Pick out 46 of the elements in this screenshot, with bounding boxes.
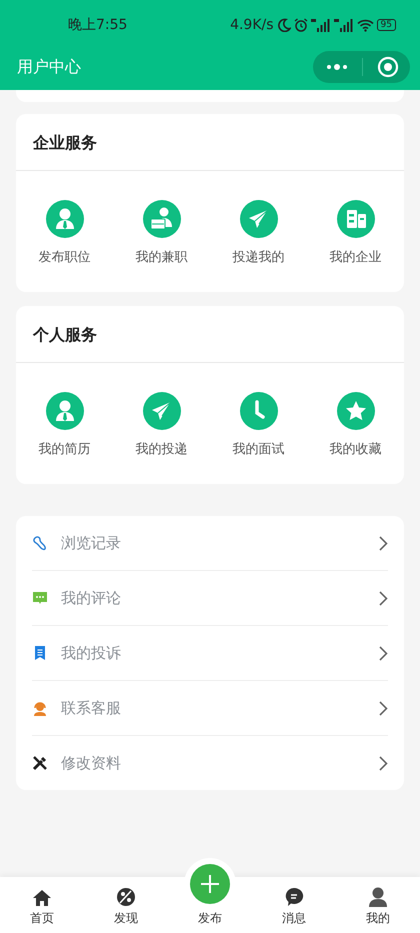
user-icon — [369, 887, 387, 907]
comment-icon — [32, 590, 48, 606]
service-label: 投递我的 — [232, 249, 284, 266]
person-icon[interactable] — [46, 392, 84, 430]
status-time: 晚上7:55 — [68, 16, 128, 34]
paper-plane-icon[interactable] — [240, 200, 278, 238]
bookmark-icon — [32, 645, 48, 661]
chevron-right-icon — [379, 590, 388, 606]
tab-item[interactable]: 我的 — [336, 877, 420, 933]
tab-item[interactable]: 发布 — [168, 855, 252, 933]
service-label: 发布职位 — [38, 249, 90, 266]
network-speed: 4.9K/s — [230, 17, 274, 33]
signal-icon — [310, 18, 331, 32]
more-icon[interactable] — [326, 63, 348, 71]
home-icon — [32, 889, 52, 907]
service-label: 我的企业 — [330, 249, 382, 266]
service-label: 我的兼职 — [136, 249, 188, 266]
paper-plane-icon[interactable] — [142, 392, 180, 430]
person-icon[interactable] — [46, 200, 84, 238]
tab-item[interactable]: 消息 — [252, 877, 336, 933]
footprint-icon — [32, 535, 48, 551]
chevron-right-icon — [379, 646, 388, 660]
service-label: 我的收藏 — [330, 441, 382, 458]
wifi-icon — [356, 18, 374, 32]
chevron-right-icon — [379, 700, 388, 716]
tools-icon — [32, 755, 48, 771]
moon-icon — [276, 18, 291, 32]
tab-item[interactable]: 首页 — [0, 877, 84, 933]
chevron-right-icon — [379, 536, 388, 550]
service-label: 我的简历 — [38, 441, 90, 458]
tab-item[interactable]: 发现 — [84, 877, 168, 933]
battery-indicator: 95 — [376, 19, 396, 31]
section-title: 企业服务 — [16, 114, 404, 171]
building-icon[interactable] — [336, 200, 374, 238]
section-title: 个人服务 — [16, 306, 404, 363]
service-label: 我的面试 — [232, 441, 284, 458]
add-icon — [190, 864, 230, 904]
headset-icon — [32, 700, 48, 716]
chat-bubble-icon — [284, 887, 304, 907]
page-title: 用户中心 — [17, 56, 81, 78]
clock-icon[interactable] — [240, 392, 278, 430]
alarm-icon — [294, 18, 308, 32]
chevron-right-icon — [379, 756, 388, 770]
service-label: 我的投递 — [136, 441, 188, 458]
person-briefcase-icon[interactable] — [142, 200, 180, 238]
signal-icon — [334, 18, 354, 32]
